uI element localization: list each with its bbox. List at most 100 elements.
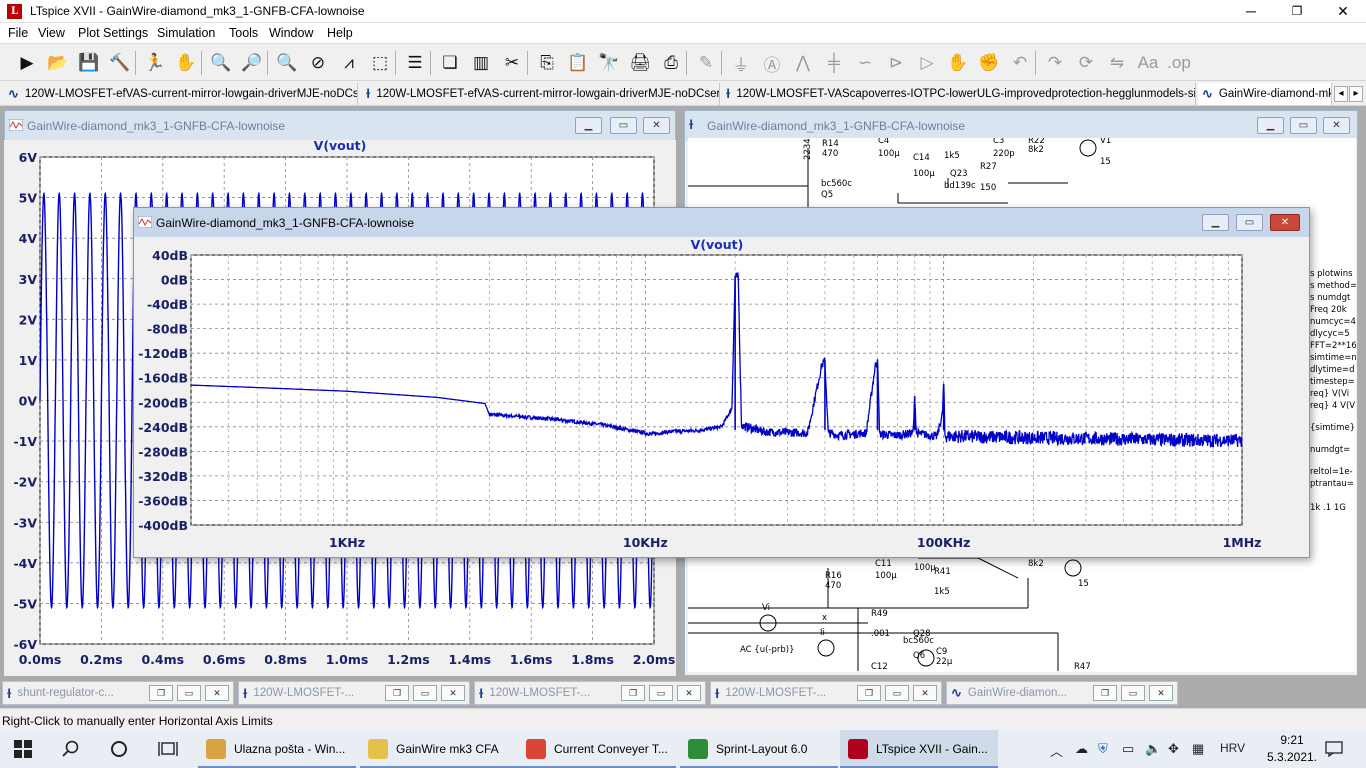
zoom-cancel-icon[interactable]: ⊘ bbox=[305, 50, 331, 76]
tab-1[interactable]: ɫ 120W-LMOSFET-efVAS-current-mirror-lowga… bbox=[362, 83, 720, 105]
menu-view[interactable]: View bbox=[38, 26, 65, 40]
text-icon[interactable]: Aa bbox=[1135, 50, 1161, 76]
close-button[interactable]: ✕ bbox=[441, 685, 465, 701]
manual-limits-icon[interactable]: ⬚ bbox=[367, 50, 393, 76]
menu-file[interactable]: File bbox=[8, 26, 28, 40]
open-icon[interactable]: 📂 bbox=[45, 50, 71, 76]
menu-help[interactable]: Help bbox=[327, 26, 353, 40]
undo-icon[interactable]: ↶ bbox=[1007, 50, 1033, 76]
spice-directive-icon[interactable]: .op bbox=[1166, 50, 1192, 76]
dropbox-icon[interactable]: ✥ bbox=[1168, 741, 1179, 757]
defender-icon[interactable]: ⛨ bbox=[1098, 741, 1108, 757]
cascade-icon[interactable]: ❏ bbox=[437, 50, 463, 76]
taskbar-item-2[interactable]: Current Conveyer T... bbox=[518, 730, 676, 768]
find-icon[interactable]: 🔭 bbox=[596, 50, 622, 76]
taskbar-item-3[interactable]: Sprint-Layout 6.0 bbox=[680, 730, 838, 768]
capacitor-icon[interactable]: ╪ bbox=[821, 50, 847, 76]
maximize-button[interactable]: ▭ bbox=[885, 685, 909, 701]
restore-button[interactable]: ❐ bbox=[1274, 0, 1320, 23]
menu-plot-settings[interactable]: Plot Settings bbox=[78, 26, 148, 40]
component-icon[interactable]: ▷ bbox=[914, 50, 940, 76]
onedrive-icon[interactable]: ☁ bbox=[1075, 741, 1088, 757]
window-titlebar[interactable]: GainWire-diamond_mk3_1-GNFB-CFA-lownoise… bbox=[134, 208, 1309, 238]
battery-icon[interactable]: ▭ bbox=[1122, 741, 1134, 757]
tile-horizontal-icon[interactable]: ☰ bbox=[402, 50, 428, 76]
minimize-button[interactable]: ▁ bbox=[575, 117, 602, 134]
search-icon[interactable] bbox=[62, 740, 80, 758]
minimized-window-4[interactable]: ∿ GainWire-diamon... ❐ ▭ ✕ bbox=[946, 681, 1178, 705]
notification-center-icon[interactable] bbox=[1325, 741, 1343, 757]
print-setup-icon[interactable]: ⎙ bbox=[658, 50, 684, 76]
close-button[interactable]: ✕ bbox=[1270, 214, 1300, 231]
draw-wire-icon[interactable]: ✎ bbox=[693, 50, 719, 76]
plot-area[interactable] bbox=[190, 254, 1243, 526]
taskbar-item-1[interactable]: GainWire mk3 CFA bbox=[360, 730, 518, 768]
run-icon[interactable]: ▶ bbox=[14, 50, 40, 76]
close-button[interactable]: ✕ bbox=[643, 117, 670, 134]
control-panel-icon[interactable]: 🔨 bbox=[107, 50, 133, 76]
task-view-icon[interactable] bbox=[158, 740, 178, 758]
rotate-icon[interactable]: ⟳ bbox=[1073, 50, 1099, 76]
minimize-button[interactable]: ▁ bbox=[1202, 214, 1229, 231]
maximize-button[interactable]: ▭ bbox=[413, 685, 437, 701]
minimized-window-3[interactable]: ɫ 120W-LMOSFET-... ❐ ▭ ✕ bbox=[710, 681, 942, 705]
maximize-button[interactable]: ▭ bbox=[1121, 685, 1145, 701]
paste-icon[interactable]: 📋 bbox=[565, 50, 591, 76]
minimized-window-0[interactable]: ɫ shunt-regulator-c... ❐ ▭ ✕ bbox=[2, 681, 234, 705]
language-indicator[interactable]: HRV bbox=[1220, 741, 1245, 755]
drag-icon[interactable]: ✊ bbox=[976, 50, 1002, 76]
restore-button[interactable]: ❐ bbox=[1093, 685, 1117, 701]
redo-icon[interactable]: ↷ bbox=[1042, 50, 1068, 76]
minimize-button[interactable]: ─ bbox=[1228, 0, 1274, 23]
close-button[interactable]: ✕ bbox=[913, 685, 937, 701]
close-button[interactable]: ✕ bbox=[1323, 117, 1350, 134]
volume-icon[interactable]: 🔈 bbox=[1145, 741, 1161, 757]
save-icon[interactable]: 💾 bbox=[76, 50, 102, 76]
close-button[interactable]: ✕ bbox=[1320, 0, 1366, 23]
tile-vertical-icon[interactable]: ▥ bbox=[468, 50, 494, 76]
clock-time[interactable]: 9:21 bbox=[1262, 733, 1322, 747]
minimize-button[interactable]: ▁ bbox=[1257, 117, 1284, 134]
close-button[interactable]: ✕ bbox=[205, 685, 229, 701]
restore-button[interactable]: ❐ bbox=[149, 685, 173, 701]
network-icon[interactable]: ▦ bbox=[1192, 741, 1204, 757]
mirror-icon[interactable]: ⇋ bbox=[1104, 50, 1130, 76]
tab-2[interactable]: ɫ 120W-LMOSFET-VAScapoverres-IOTPC-lowerU… bbox=[722, 83, 1196, 105]
window-titlebar[interactable]: ɫ GainWire-diamond_mk3_1-GNFB-CFA-lownoi… bbox=[685, 111, 1357, 141]
zoom-out-icon[interactable]: 🔍 bbox=[274, 50, 300, 76]
pan-icon[interactable]: ✋ bbox=[173, 50, 199, 76]
tab-0[interactable]: ∿ 120W-LMOSFET-efVAS-current-mirror-lowga… bbox=[4, 83, 358, 105]
maximize-button[interactable]: ▭ bbox=[610, 117, 637, 134]
inductor-icon[interactable]: ∽ bbox=[852, 50, 878, 76]
ground-icon[interactable]: ⏚ bbox=[728, 50, 754, 76]
window-titlebar[interactable]: GainWire-diamond_mk3_1-GNFB-CFA-lownoise… bbox=[5, 111, 675, 141]
minimized-window-1[interactable]: ɫ 120W-LMOSFET-... ❐ ▭ ✕ bbox=[238, 681, 470, 705]
tab-3-active[interactable]: ∿ GainWire-diamond-mk bbox=[1198, 83, 1332, 105]
menu-simulation[interactable]: Simulation bbox=[157, 26, 215, 40]
zoom-in-icon[interactable]: 🔍 bbox=[208, 50, 234, 76]
copy-icon[interactable]: ⎘ bbox=[534, 50, 560, 76]
maximize-button[interactable]: ▭ bbox=[1236, 214, 1263, 231]
tab-scroll-left-button[interactable]: ◂ bbox=[1334, 86, 1348, 102]
zoom-full-icon[interactable]: 🔎 bbox=[239, 50, 265, 76]
autorange-icon[interactable]: ⩘ bbox=[336, 50, 362, 76]
fft-plot[interactable]: 40dB 0dB -40dB -80dB -120dB -160dB -200dB -240d… bbox=[134, 237, 1309, 557]
show-hidden-icons-icon[interactable]: ︿ bbox=[1050, 741, 1063, 760]
restore-button[interactable]: ❐ bbox=[621, 685, 645, 701]
current-source-symbol[interactable] bbox=[817, 639, 835, 657]
diode-icon[interactable]: ⊳ bbox=[883, 50, 909, 76]
print-icon[interactable]: 🖨 bbox=[627, 50, 653, 76]
resistor-icon[interactable]: ⋀ bbox=[790, 50, 816, 76]
clock-date[interactable]: 5.3.2021. bbox=[1262, 750, 1322, 764]
restore-button[interactable]: ❐ bbox=[385, 685, 409, 701]
run-stop-icon[interactable]: 🏃 bbox=[142, 50, 168, 76]
maximize-button[interactable]: ▭ bbox=[177, 685, 201, 701]
maximize-button[interactable]: ▭ bbox=[1290, 117, 1317, 134]
cortana-icon[interactable] bbox=[110, 740, 128, 758]
close-button[interactable]: ✕ bbox=[1149, 685, 1173, 701]
windows-start-icon[interactable] bbox=[14, 740, 32, 758]
cut-icon[interactable]: ✂ bbox=[499, 50, 525, 76]
move-icon[interactable]: ✋ bbox=[945, 50, 971, 76]
restore-button[interactable]: ❐ bbox=[857, 685, 881, 701]
maximize-button[interactable]: ▭ bbox=[649, 685, 673, 701]
